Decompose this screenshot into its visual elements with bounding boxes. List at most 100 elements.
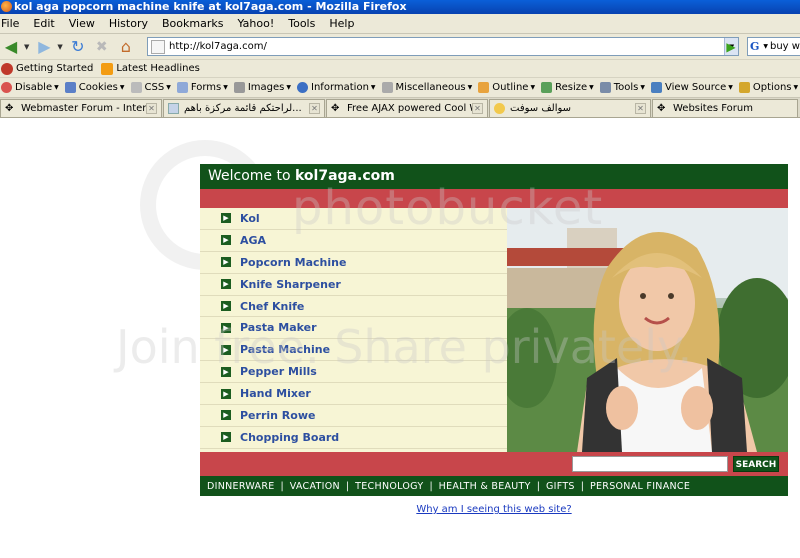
wd-css[interactable]: CSS ▼ (130, 82, 171, 93)
wd-label: Miscellaneous (395, 82, 466, 93)
close-icon[interactable]: ✕ (635, 103, 646, 114)
menu-edit[interactable]: Edit (33, 17, 54, 30)
forms-icon (176, 82, 188, 93)
link-chopping-board[interactable]: ▶ Chopping Board (200, 427, 507, 449)
wd-miscellaneous[interactable]: Miscellaneous ▼ (381, 82, 472, 93)
link-text[interactable]: Knife Sharpener (240, 278, 341, 291)
welcome-header: Welcome to kol7aga.com (200, 164, 788, 189)
tools-icon (599, 82, 611, 93)
tab-label: Webmaster Forum - Internet ... (21, 103, 149, 114)
category-vacation[interactable]: VACATION (290, 481, 340, 492)
menu-yahoo[interactable]: Yahoo! (237, 17, 274, 30)
back-dropdown-icon[interactable]: ▼ (24, 43, 29, 51)
link-text[interactable]: Chopping Board (240, 431, 339, 444)
arrow-icon: ▶ (221, 366, 231, 377)
window-titlebar: kol aga popcorn machine knife at kol7aga… (0, 0, 800, 14)
category-health-beauty[interactable]: HEALTH & BEAUTY (439, 481, 531, 492)
rss-icon (101, 62, 114, 75)
wd-disable[interactable]: Disable ▼ (1, 82, 59, 93)
wd-tools[interactable]: Tools ▼ (599, 82, 645, 93)
images-icon (233, 82, 245, 93)
link-knife-sharpener[interactable]: ▶ Knife Sharpener (200, 274, 507, 296)
wd-options[interactable]: Options ▼ (738, 82, 798, 93)
bookmark-getting-started[interactable]: Getting Started (1, 62, 93, 75)
menu-history[interactable]: History (109, 17, 148, 30)
site-search-input[interactable] (572, 456, 728, 472)
link-hand-mixer[interactable]: ▶ Hand Mixer (200, 383, 507, 406)
tab-page-icon (168, 103, 179, 114)
page-icon (151, 39, 165, 54)
link-text[interactable]: AGA (240, 234, 266, 247)
stop-icon[interactable]: ✖ (91, 37, 113, 57)
close-icon[interactable]: ✕ (309, 103, 320, 114)
options-icon (738, 82, 750, 93)
menu-view[interactable]: View (69, 17, 95, 30)
wd-cookies[interactable]: Cookies ▼ (64, 82, 125, 93)
wd-label: Resize (555, 82, 588, 93)
link-kol[interactable]: ▶ Kol (200, 208, 507, 230)
wd-resize[interactable]: Resize ▼ (541, 82, 594, 93)
category-technology[interactable]: TECHNOLOGY (355, 481, 423, 492)
welcome-domain: kol7aga.com (295, 168, 395, 184)
category-personal-finance[interactable]: PERSONAL FINANCE (590, 481, 690, 492)
home-icon[interactable]: ⌂ (115, 37, 137, 57)
tab-websites-forum[interactable]: ✥ Websites Forum (652, 99, 798, 117)
wd-forms[interactable]: Forms ▼ (176, 82, 228, 93)
menu-file[interactable]: File (1, 17, 19, 30)
site-search-button[interactable]: SEARCH (733, 456, 779, 472)
link-perrin-rowe[interactable]: ▶ Perrin Rowe (200, 405, 507, 427)
bookmarks-toolbar: Getting Started Latest Headlines (0, 60, 800, 78)
forward-dropdown-icon[interactable]: ▼ (57, 43, 62, 51)
category-gifts[interactable]: GIFTS (546, 481, 575, 492)
google-icon[interactable]: G (750, 40, 761, 54)
wd-label: Forms (190, 82, 222, 93)
menu-bookmarks[interactable]: Bookmarks (162, 17, 223, 30)
search-input[interactable] (770, 41, 800, 52)
wd-view-source[interactable]: View Source ▼ (651, 82, 733, 93)
tab-chat-icon (494, 103, 505, 114)
category-dinnerware[interactable]: DINNERWARE (207, 481, 275, 492)
wd-images[interactable]: Images ▼ (233, 82, 291, 93)
arrow-icon: ▶ (221, 279, 231, 290)
link-aga[interactable]: ▶ AGA (200, 230, 507, 252)
menu-help[interactable]: Help (329, 17, 354, 30)
link-pasta-machine[interactable]: ▶ Pasta Machine (200, 339, 507, 362)
url-input[interactable] (169, 38, 724, 55)
wd-label: Tools (613, 82, 639, 93)
tab-swalef-soft[interactable]: سوالف سوفت ✕ (489, 99, 651, 117)
tab-free-ajax[interactable]: ✥ Free AJAX powered Cool Wall... ✕ (326, 99, 488, 117)
site-search-row: SEARCH (200, 452, 788, 476)
link-text[interactable]: Pasta Maker (240, 321, 317, 334)
link-text[interactable]: Popcorn Machine (240, 256, 346, 269)
link-pepper-mills[interactable]: ▶ Pepper Mills (200, 361, 507, 384)
link-text[interactable]: Hand Mixer (240, 387, 311, 400)
wd-label: Cookies (78, 82, 118, 93)
link-text[interactable]: Chef Knife (240, 300, 304, 313)
link-text[interactable]: Perrin Rowe (240, 409, 315, 422)
link-list: ▶ Kol ▶ AGA ▶ Popcorn Machine ▶ Knife Sharpe… (200, 208, 507, 452)
bookmark-latest-headlines[interactable]: Latest Headlines (101, 62, 200, 75)
parked-site: Welcome to kol7aga.com ▶ Kol ▶ AGA ▶ Popcor… (200, 164, 788, 496)
link-chef-knife[interactable]: ▶ Chef Knife (200, 296, 507, 318)
link-text[interactable]: Pasta Machine (240, 343, 330, 356)
close-icon[interactable]: ✕ (146, 103, 157, 114)
menu-tools[interactable]: Tools (288, 17, 315, 30)
search-bar: G ▼ (747, 37, 800, 56)
link-text[interactable]: Kol (240, 212, 260, 225)
close-icon[interactable]: ✕ (472, 103, 483, 114)
search-engine-dropdown-icon[interactable]: ▼ (763, 43, 768, 50)
arrow-icon: ▶ (221, 388, 231, 399)
tab-webmaster-forum[interactable]: ✥ Webmaster Forum - Internet ... ✕ (0, 99, 162, 117)
link-pasta-maker[interactable]: ▶ Pasta Maker (200, 317, 507, 340)
view-source-icon (651, 82, 663, 93)
tab-arabic-list[interactable]: لراحتكم قائمة مركزة بأهم... ✕ (163, 99, 325, 117)
link-popcorn-machine[interactable]: ▶ Popcorn Machine (200, 252, 507, 274)
wd-information[interactable]: Information ▼ (297, 82, 376, 93)
wd-outline[interactable]: Outline ▼ (478, 82, 535, 93)
go-arrow-icon[interactable]: ▶ (723, 39, 739, 54)
back-arrow-icon[interactable]: ◀ (0, 37, 22, 57)
reload-icon[interactable]: ↻ (67, 37, 89, 57)
why-link[interactable]: Why am I seeing this web site? (200, 504, 788, 515)
forward-arrow-icon[interactable]: ▶ (33, 37, 55, 57)
link-text[interactable]: Pepper Mills (240, 365, 317, 378)
